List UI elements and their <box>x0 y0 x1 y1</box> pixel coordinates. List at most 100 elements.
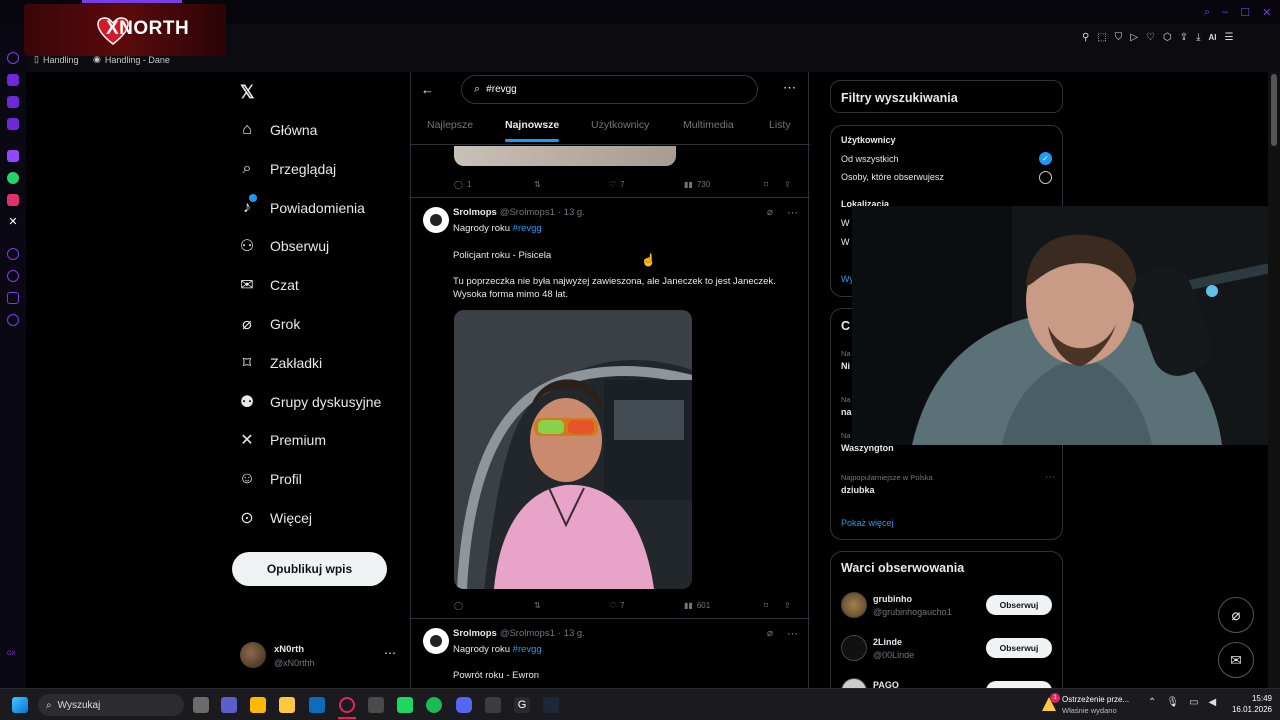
more-dots-icon[interactable]: ⋯ <box>1045 472 1055 483</box>
network-icon[interactable]: ▭ <box>1189 697 1198 708</box>
pin-icon[interactable]: ⚲ <box>1082 32 1089 43</box>
more-dots-icon[interactable]: ⋯ <box>787 627 798 640</box>
tab-2[interactable]: Użytkownicy <box>591 119 649 131</box>
nav-item-0[interactable]: ⌂ Główna <box>238 118 317 142</box>
history-icon[interactable] <box>7 248 19 260</box>
like-button[interactable]: ♡ 7 <box>609 177 684 191</box>
extensions-icon[interactable] <box>7 292 19 304</box>
reply-button[interactable]: ◯ 1 <box>454 177 534 191</box>
tab-0[interactable]: Najlepsze <box>427 119 473 131</box>
views-button[interactable]: ▮▮ 730 <box>684 177 764 191</box>
cube-icon[interactable]: ⬡ <box>1163 32 1172 43</box>
outlook-icon[interactable] <box>309 697 325 713</box>
terminal-icon[interactable] <box>485 697 501 713</box>
trend-name[interactable]: na <box>841 407 852 417</box>
close-icon[interactable]: ✕ <box>1262 6 1271 19</box>
heart-icon[interactable]: ♡ <box>1146 32 1155 43</box>
avatar[interactable] <box>841 592 867 618</box>
show-more-link[interactable]: Pokaż więcej <box>841 518 894 528</box>
spotify-icon[interactable] <box>426 697 442 713</box>
maximize-icon[interactable]: ☐ <box>1240 6 1250 19</box>
player-icon[interactable] <box>7 118 19 130</box>
reply-button[interactable]: ◯ <box>454 598 534 612</box>
bookmark-button[interactable]: ⌑ <box>764 177 784 191</box>
follow-user-name[interactable]: PAGO <box>873 680 899 688</box>
teams-icon[interactable] <box>221 697 237 713</box>
repost-button[interactable]: ⇅ <box>534 598 609 612</box>
nav-item-9[interactable]: ☺ Profil <box>238 467 302 491</box>
trend-name[interactable]: Ni <box>841 361 850 371</box>
nav-item-3[interactable]: ⚇ Obserwuj <box>238 234 329 258</box>
nav-item-10[interactable]: ⊙ Więcej <box>238 506 312 530</box>
shield-icon[interactable]: ⛉ <box>1115 32 1123 43</box>
notification-toast[interactable]: 1 Ostrzeżenie prze... Właśnie wydano <box>1040 693 1136 717</box>
tab-1[interactable]: Najnowsze <box>505 119 559 131</box>
option-following-radio[interactable] <box>1039 171 1052 184</box>
trend-name[interactable]: dziubka <box>841 485 875 495</box>
account-switcher[interactable]: xN0rth @xN0rthh ⋯ <box>240 642 402 672</box>
grok-float-button[interactable]: ⌀ <box>1218 597 1254 633</box>
g-hub-icon[interactable]: G <box>514 697 530 713</box>
start-windows-icon[interactable] <box>12 697 28 713</box>
messages-float-button[interactable]: ✉ <box>1218 642 1254 678</box>
back-arrow-icon[interactable]: ← <box>421 82 434 97</box>
taskbar-search[interactable]: ⌕ Wyszukaj <box>38 694 184 716</box>
play-icon[interactable]: ▷ <box>1130 32 1138 43</box>
post-time[interactable]: · 13 g. <box>558 628 585 639</box>
avatar[interactable] <box>841 635 867 661</box>
app-icon[interactable] <box>368 697 384 713</box>
whatsapp-icon[interactable] <box>7 172 19 184</box>
more-dots-icon[interactable]: ⋯ <box>787 206 798 219</box>
clock-icon[interactable] <box>7 270 19 282</box>
author-handle[interactable]: @Srolmops1 <box>500 628 555 639</box>
avatar[interactable] <box>423 628 449 654</box>
like-button[interactable]: ♡ 7 <box>609 598 684 612</box>
scrollbar-thumb[interactable] <box>1271 74 1277 146</box>
more-dots-icon[interactable]: ⋯ <box>783 80 796 96</box>
search-icon[interactable]: ⌕ <box>1204 6 1210 18</box>
more-dots-icon[interactable]: ⋯ <box>384 646 396 660</box>
snapshot-icon[interactable]: ⬚ <box>1097 32 1106 43</box>
nav-item-7[interactable]: ⚉ Grupy dyskusyjne <box>238 390 381 414</box>
post-time[interactable]: · 13 g. <box>558 207 585 218</box>
minimize-icon[interactable]: – <box>1222 6 1228 18</box>
bookmark-button[interactable]: ⌑ <box>764 598 784 612</box>
follow-user-name[interactable]: 2Linde <box>873 637 902 647</box>
x-app-icon[interactable]: ✕ <box>7 216 19 228</box>
news-icon[interactable] <box>7 96 19 108</box>
avatar[interactable] <box>423 207 449 233</box>
views-button[interactable]: ▮▮ 601 <box>684 598 764 612</box>
grok-icon[interactable]: ⌀ <box>767 628 773 639</box>
post-image[interactable] <box>454 310 692 589</box>
instagram-icon[interactable] <box>7 194 19 206</box>
share-button[interactable]: ⇪ <box>784 598 798 612</box>
discord-icon[interactable] <box>456 697 472 713</box>
nav-item-1[interactable]: ⌕ Przeglądaj <box>238 157 337 181</box>
task-view-icon[interactable] <box>193 697 209 713</box>
microphone-icon[interactable]: 🎙︎ <box>1166 697 1179 708</box>
chevron-up-icon[interactable]: ⌃ <box>1148 697 1156 708</box>
nav-item-4[interactable]: ✉ Czat <box>238 273 299 297</box>
repost-button[interactable]: ⇅ <box>534 177 609 191</box>
hashtag-link[interactable]: #revgg <box>513 644 542 655</box>
hashtag-link[interactable]: #revgg <box>513 223 542 234</box>
author-handle[interactable]: @Srolmops1 <box>500 207 555 218</box>
avatar[interactable] <box>841 678 867 688</box>
option-all-radio[interactable]: ✓ <box>1039 152 1052 165</box>
follow-button[interactable]: Obserwuj <box>986 638 1052 658</box>
steam-icon[interactable] <box>543 697 559 713</box>
author-name[interactable]: Srolmops <box>453 628 497 639</box>
store-icon[interactable] <box>250 697 266 713</box>
bag-icon[interactable] <box>7 74 19 86</box>
follow-button[interactable] <box>986 681 1052 688</box>
ai-button[interactable]: AI <box>1209 33 1217 42</box>
settings-icon[interactable] <box>7 314 19 326</box>
game-icon[interactable] <box>397 697 413 713</box>
speaker-icon[interactable]: ◀︎ <box>1209 697 1217 708</box>
speed-dial-icon[interactable] <box>7 52 19 64</box>
author-name[interactable]: Srolmops <box>453 207 497 218</box>
scrollbar[interactable] <box>1268 72 1280 688</box>
nav-item-6[interactable]: ⌑ Zakładki <box>238 351 322 375</box>
nav-item-5[interactable]: ⌀ Grok <box>238 312 300 336</box>
tab-4[interactable]: Listy <box>769 119 791 131</box>
